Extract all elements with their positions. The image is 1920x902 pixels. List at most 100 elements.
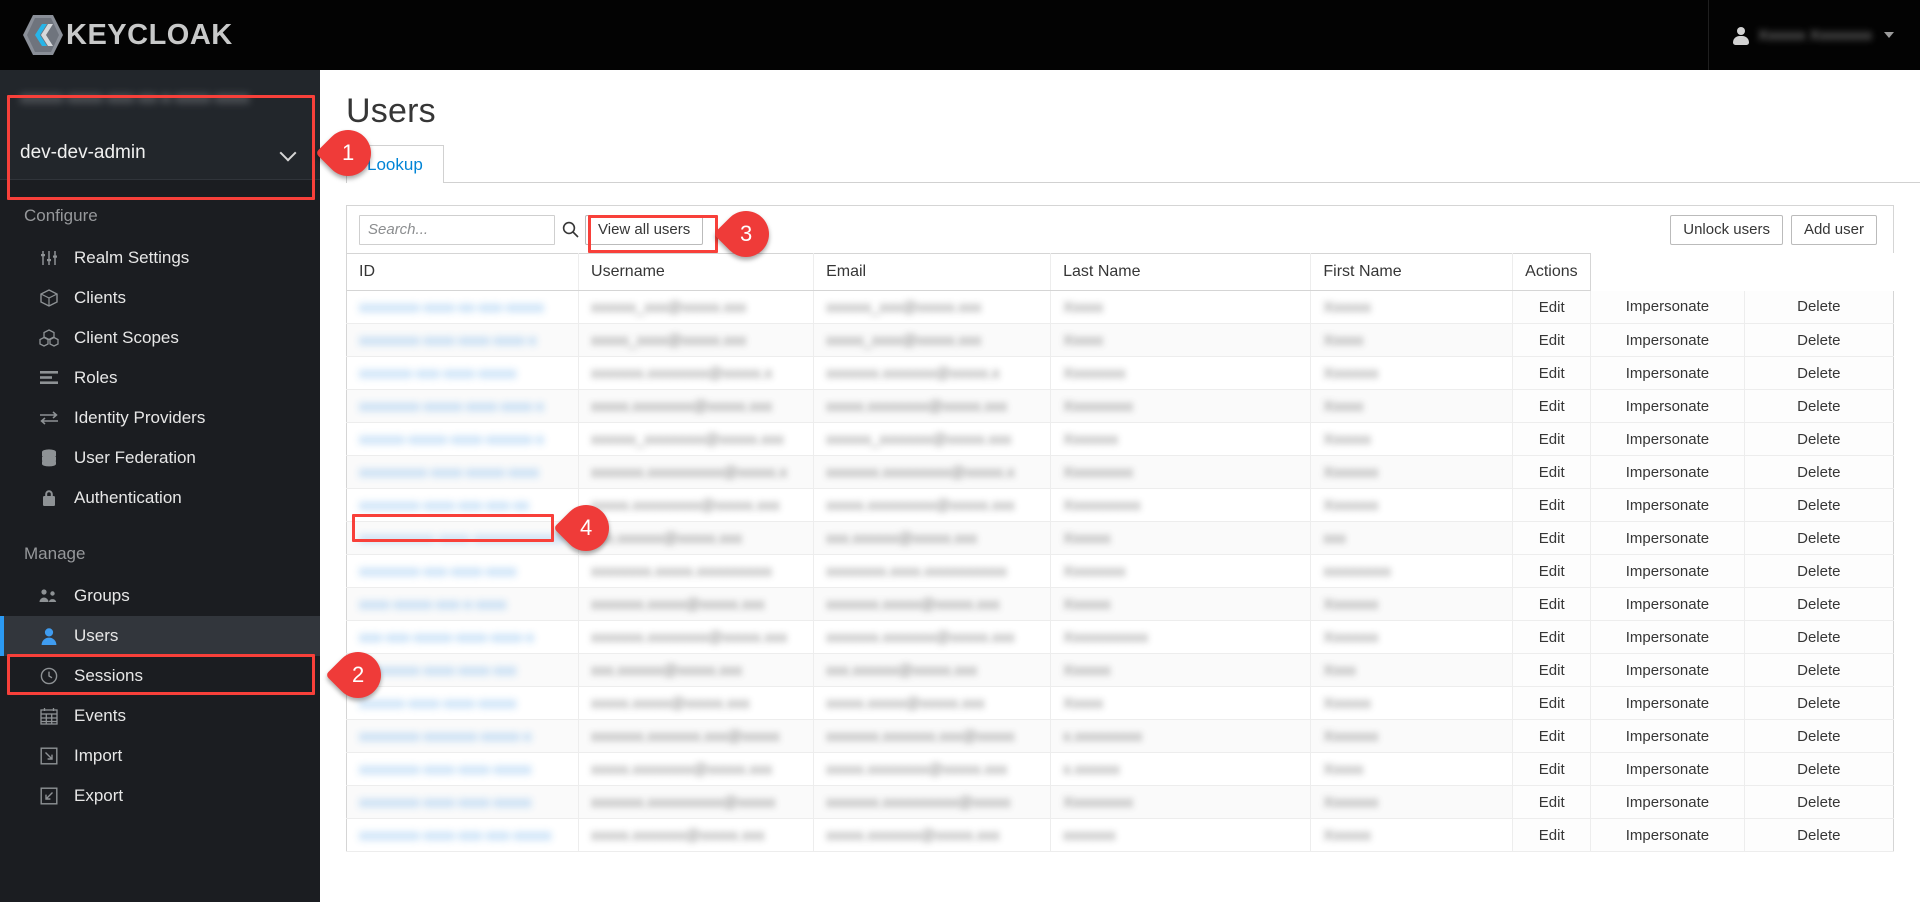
edit-action[interactable]: Edit xyxy=(1512,620,1592,654)
impersonate-action[interactable]: Impersonate xyxy=(1590,455,1745,489)
impersonate-action[interactable]: Impersonate xyxy=(1590,356,1745,390)
table-row[interactable]: xxxxxxxx-xxx-xxxx-xxxx xxxxxxxx.xxxxx.xxx… xyxy=(345,554,1895,588)
brand[interactable]: KEYCLOAK xyxy=(22,13,233,57)
impersonate-action[interactable]: Impersonate xyxy=(1590,686,1745,720)
table-row[interactable]: xxxxxxxx-xxxx-xxxx-xxx xxx.xxxxxx@xxxxx.x… xyxy=(345,653,1895,687)
add-user-button[interactable]: Add user xyxy=(1790,214,1877,245)
edit-action[interactable]: Edit xyxy=(1512,521,1592,555)
sidebar-item-user-federation[interactable]: User Federation xyxy=(0,438,320,478)
edit-action[interactable]: Edit xyxy=(1512,356,1592,390)
impersonate-action[interactable]: Impersonate xyxy=(1590,587,1745,621)
col-header-id[interactable]: ID xyxy=(345,253,580,291)
search-button[interactable] xyxy=(555,215,585,245)
sidebar-item-client-scopes[interactable]: Client Scopes xyxy=(0,318,320,358)
delete-action[interactable]: Delete xyxy=(1743,554,1895,588)
col-header-email[interactable]: Email xyxy=(813,253,1052,291)
impersonate-action[interactable]: Impersonate xyxy=(1590,719,1745,753)
impersonate-action[interactable]: Impersonate xyxy=(1590,785,1745,819)
sidebar-item-users[interactable]: Users xyxy=(0,616,320,656)
delete-action[interactable]: Delete xyxy=(1743,356,1895,390)
impersonate-action[interactable]: Impersonate xyxy=(1590,818,1745,852)
users-toolbar: View all users Unlock users Add user xyxy=(346,205,1894,253)
sidebar-item-sessions[interactable]: Sessions xyxy=(0,656,320,696)
edit-action[interactable]: Edit xyxy=(1512,818,1592,852)
impersonate-action[interactable]: Impersonate xyxy=(1590,554,1745,588)
delete-action[interactable]: Delete xyxy=(1743,719,1895,753)
table-row[interactable]: xxxxxxxxx-xxxx-xxxxx-xxxx xxxxxxx.xxxxxxx… xyxy=(345,455,1895,489)
edit-action[interactable]: Edit xyxy=(1512,389,1592,423)
edit-action[interactable]: Edit xyxy=(1512,587,1592,621)
edit-action[interactable]: Edit xyxy=(1512,488,1592,522)
table-row[interactable]: xxxxxxxx-xxxx-xxxx-xxxxx xxxxx.xxxxxxxx@x… xyxy=(345,752,1895,786)
delete-action[interactable]: Delete xyxy=(1743,587,1895,621)
impersonate-action[interactable]: Impersonate xyxy=(1590,752,1745,786)
delete-action[interactable]: Delete xyxy=(1743,818,1895,852)
view-all-users-button[interactable]: View all users xyxy=(585,214,704,245)
sidebar-item-events[interactable]: Events xyxy=(0,696,320,736)
edit-action[interactable]: Edit xyxy=(1512,653,1592,687)
delete-action[interactable]: Delete xyxy=(1743,290,1895,324)
table-row[interactable]: xxxxxx-xxxxx-xxxx-xxxxxx-x xxxxxx_xxxxxxx… xyxy=(345,422,1895,456)
col-header-username[interactable]: Username xyxy=(578,253,815,291)
delete-action[interactable]: Delete xyxy=(1743,620,1895,654)
delete-action[interactable]: Delete xyxy=(1743,752,1895,786)
edit-action[interactable]: Edit xyxy=(1512,752,1592,786)
delete-action[interactable]: Delete xyxy=(1743,323,1895,357)
table-row[interactable]: xxxxxxxx-xxxx-xxxx-xxxxx xxxxxxx.xxxxxxxx… xyxy=(345,785,1895,819)
users-group-icon xyxy=(38,586,60,606)
delete-action[interactable]: Delete xyxy=(1743,686,1895,720)
calendar-icon xyxy=(38,706,60,726)
delete-action[interactable]: Delete xyxy=(1743,389,1895,423)
sidebar-item-export[interactable]: Export xyxy=(0,776,320,816)
table-row[interactable]: xxxxxxxx-xxxxx-xxxx-xxxx-x xxxxx.xxxxxxxx… xyxy=(345,389,1895,423)
table-row[interactable]: xxxxxxxx-xxxx-xxxx-xxxx-x xxxxx_xxxx@xxxx… xyxy=(345,323,1895,357)
edit-action[interactable]: Edit xyxy=(1512,290,1592,324)
sidebar-item-label: Client Scopes xyxy=(74,328,179,347)
search-input[interactable] xyxy=(359,214,555,245)
sidebar-item-clients[interactable]: Clients xyxy=(0,278,320,318)
user-menu[interactable]: Xxxxxx Xxxxxxxx xyxy=(1707,0,1920,70)
table-row[interactable]: xxxxxxxx-xxxx-xxx-xxx-xxxxx xxxxx.xxxxxxx… xyxy=(345,818,1895,852)
impersonate-action[interactable]: Impersonate xyxy=(1590,488,1745,522)
edit-action[interactable]: Edit xyxy=(1512,323,1592,357)
cell-username: xxxxx.xxxxxxxx@xxxxx.xxx xyxy=(578,389,815,423)
sidebar-item-groups[interactable]: Groups xyxy=(0,576,320,616)
unlock-users-button[interactable]: Unlock users xyxy=(1670,214,1783,245)
edit-action[interactable]: Edit xyxy=(1512,455,1592,489)
delete-action[interactable]: Delete xyxy=(1743,455,1895,489)
table-row[interactable]: xxxxxx-xxxx-xxxx-xxxxx xxxxx.xxxxx@xxxxx.… xyxy=(345,686,1895,720)
table-row[interactable]: xxx-xxx-xxxxx-xxxx-xxxx-x xxxxxxx.xxxxxxx… xyxy=(345,620,1895,654)
impersonate-action[interactable]: Impersonate xyxy=(1590,620,1745,654)
table-row[interactable]: xxxxxxxx-xxxxxxx-xxxxx-x xxxxxxx.xxxxxxx.… xyxy=(345,719,1895,753)
impersonate-action[interactable]: Impersonate xyxy=(1590,389,1745,423)
sidebar-item-authentication[interactable]: Authentication xyxy=(0,478,320,518)
table-row[interactable]: xxxxxxxx-xxxx-xx-xxx-xxxxx xxxxxx_xxx@xxx… xyxy=(345,290,1895,324)
impersonate-action[interactable]: Impersonate xyxy=(1590,521,1745,555)
edit-action[interactable]: Edit xyxy=(1512,719,1592,753)
delete-action[interactable]: Delete xyxy=(1743,785,1895,819)
edit-action[interactable]: Edit xyxy=(1512,785,1592,819)
sidebar-item-identity-providers[interactable]: Identity Providers xyxy=(0,398,320,438)
edit-action[interactable]: Edit xyxy=(1512,554,1592,588)
delete-action[interactable]: Delete xyxy=(1743,422,1895,456)
cell-email: xxxxx.xxxxxxx@xxxxx.xxx xyxy=(813,818,1052,852)
sidebar-item-import[interactable]: Import xyxy=(0,736,320,776)
cell-last-name: Xxxxxx xyxy=(1050,587,1312,621)
sidebar-item-realm-settings[interactable]: Realm Settings xyxy=(0,238,320,278)
table-row[interactable]: xxxxxxx-xxx-xxxx-xxxxx xxxxxxx.xxxxxxxx@x… xyxy=(345,356,1895,390)
impersonate-action[interactable]: Impersonate xyxy=(1590,653,1745,687)
delete-action[interactable]: Delete xyxy=(1743,521,1895,555)
impersonate-action[interactable]: Impersonate xyxy=(1590,422,1745,456)
delete-action[interactable]: Delete xyxy=(1743,488,1895,522)
impersonate-action[interactable]: Impersonate xyxy=(1590,290,1745,324)
edit-action[interactable]: Edit xyxy=(1512,422,1592,456)
table-row[interactable]: xxxx-xxxxx-xxx-x-xxxx xxxxxxx.xxxxx@xxxxx… xyxy=(345,587,1895,621)
col-header-last-name[interactable]: Last Name xyxy=(1050,253,1312,291)
cell-username: xxxxx_xxxx@xxxxx.xxx xyxy=(578,323,815,357)
impersonate-action[interactable]: Impersonate xyxy=(1590,323,1745,357)
edit-action[interactable]: Edit xyxy=(1512,686,1592,720)
sidebar-item-roles[interactable]: Roles xyxy=(0,358,320,398)
col-header-first-name[interactable]: First Name xyxy=(1310,253,1514,291)
delete-action[interactable]: Delete xyxy=(1743,653,1895,687)
realm-selector[interactable]: xxxxx-xxxx-xxx-xx-x-xxxx-xxxx dev-dev-ad… xyxy=(0,70,320,180)
